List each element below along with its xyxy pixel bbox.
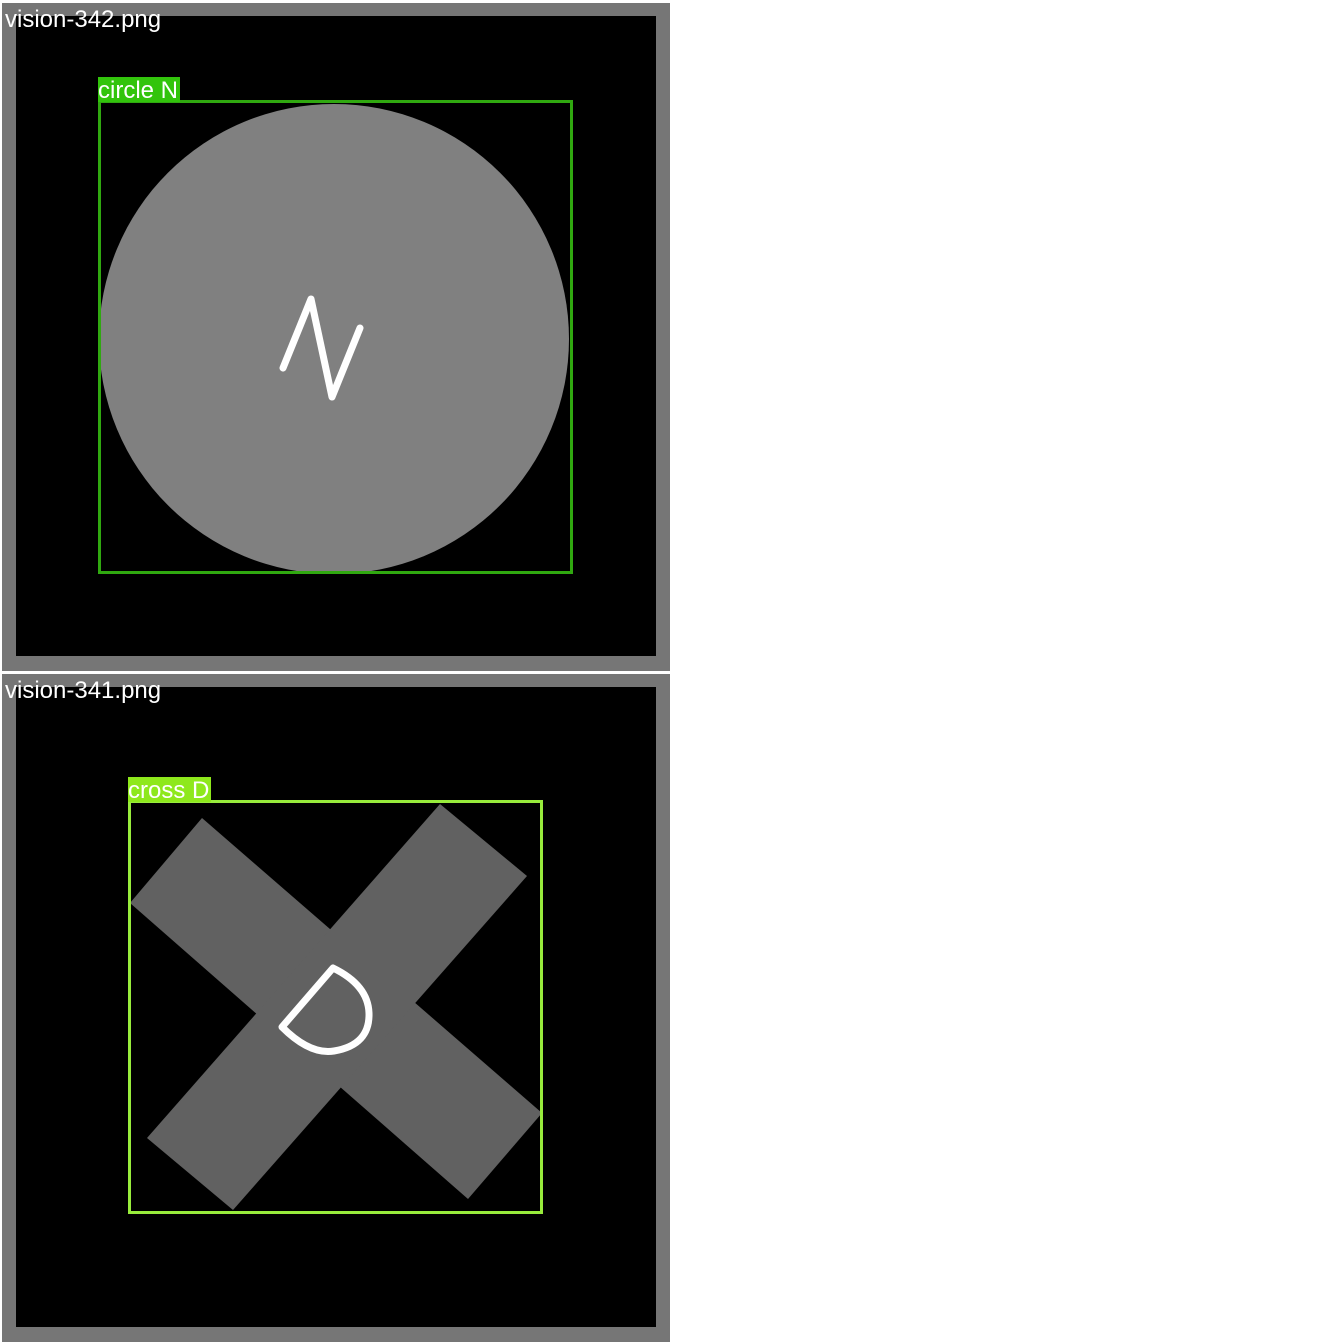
image-canvas: circle N <box>16 16 656 656</box>
image-panel-vision-342: vision-342.png circle N <box>2 3 670 671</box>
filename-label: vision-342.png <box>5 6 162 33</box>
detection-box-cross[interactable]: cross D <box>128 777 543 1214</box>
detection-label: cross D <box>128 777 212 804</box>
detection-label: circle N <box>98 77 181 104</box>
filename-label: vision-341.png <box>5 677 162 704</box>
detection-box-circle[interactable]: circle N <box>98 77 573 574</box>
image-canvas: cross D <box>16 687 656 1327</box>
image-panel-vision-341: vision-341.png cross D <box>2 674 670 1342</box>
